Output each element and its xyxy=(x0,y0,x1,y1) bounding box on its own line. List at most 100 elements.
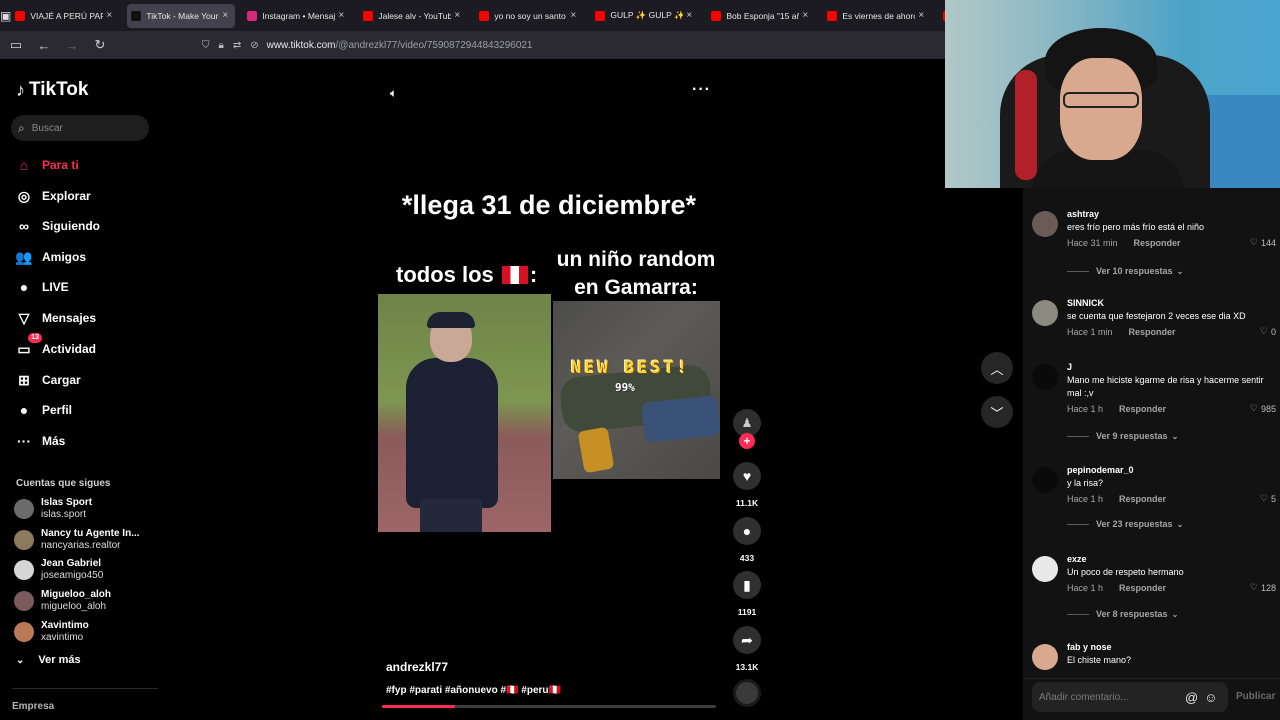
see-more-button[interactable]: ⌄ Ver más xyxy=(16,654,81,666)
shield-icon[interactable]: ⛉ xyxy=(202,40,210,51)
forward-icon[interactable]: → xyxy=(60,33,84,57)
commenter-name[interactable]: exze xyxy=(1067,552,1272,566)
view-replies-button[interactable]: Ver 23 respuestas ⌄ xyxy=(1067,519,1183,529)
close-icon[interactable]: × xyxy=(799,10,811,21)
comment-input[interactable] xyxy=(1039,691,1179,703)
browser-tab[interactable]: Instagram • Mensajes × xyxy=(243,4,351,28)
emoji-icon[interactable]: ☺ xyxy=(1204,690,1217,705)
footer-link-company[interactable]: Empresa xyxy=(12,701,54,712)
commenter-avatar[interactable] xyxy=(1032,467,1058,493)
comment-action[interactable]: ● 433 xyxy=(730,517,764,563)
autoplay-blocked-icon[interactable]: ⊘ xyxy=(250,40,258,51)
like-action[interactable]: ♥ 11.1K xyxy=(730,462,764,508)
tab-title: TikTok - Make Your Day xyxy=(146,10,219,21)
nav-item[interactable]: ··· Más xyxy=(14,430,65,452)
browser-tab[interactable]: Jalese alv - YouTube × xyxy=(359,4,467,28)
tab-overview-icon[interactable]: ▣ xyxy=(0,0,11,31)
tiktok-logo[interactable]: ♪ TikTok xyxy=(16,79,88,101)
nav-item[interactable]: ● LIVE xyxy=(14,276,69,298)
browser-tab[interactable]: Es viernes de ahorcado × xyxy=(823,4,931,28)
reply-button[interactable]: Responder xyxy=(1119,492,1166,506)
video-hashtags[interactable]: #fyp #parati #añonuevo #🇵🇪 #peru🇵🇪 xyxy=(386,685,561,696)
music-disc-icon[interactable] xyxy=(733,679,761,707)
reply-button[interactable]: Responder xyxy=(1119,581,1166,595)
following-account[interactable]: Migueloo_aloh migueloo_aloh xyxy=(14,588,154,614)
commenter-avatar[interactable] xyxy=(1032,211,1058,237)
nav-item[interactable]: ▭ 13 Actividad xyxy=(14,333,96,360)
close-icon[interactable]: × xyxy=(103,10,115,21)
comment-like-button[interactable]: ♡ 5 xyxy=(1260,493,1276,504)
commenter-name[interactable]: fab y nose xyxy=(1067,640,1272,654)
url-bar[interactable]: www.tiktok.com/@andrezkl77/video/7590872… xyxy=(267,40,533,51)
heart-icon[interactable]: ♥ xyxy=(733,462,761,490)
tiktok-sidebar: ♪ TikTok ⌕ ⌂ Para ti ◎ Explorar ∞ Siguiend… xyxy=(0,59,162,720)
reply-button[interactable]: Responder xyxy=(1129,325,1176,339)
close-icon[interactable]: × xyxy=(683,10,695,21)
nav-item[interactable]: ● Perfil xyxy=(14,399,72,421)
following-account[interactable]: Xavintimo xavintimo xyxy=(14,619,154,645)
nav-item[interactable]: ∞ Siguiendo xyxy=(14,215,100,237)
close-icon[interactable]: × xyxy=(567,10,579,21)
search-box[interactable]: ⌕ xyxy=(11,115,149,141)
commenter-avatar[interactable] xyxy=(1032,556,1058,582)
nav-item[interactable]: ⊞ Cargar xyxy=(14,369,81,391)
following-account[interactable]: Nancy tu Agente In... nancyarias.realtor xyxy=(14,527,154,553)
next-video-button[interactable]: ﹀ xyxy=(981,396,1013,428)
nav-item[interactable]: ⌂ Para ti xyxy=(14,154,79,176)
more-options-icon[interactable]: ··· xyxy=(692,81,711,99)
commenter-name[interactable]: J xyxy=(1067,360,1272,374)
commenter-avatar[interactable] xyxy=(1032,300,1058,326)
account-handle: joseamigo450 xyxy=(41,570,104,582)
nav-item[interactable]: ▽ Mensajes xyxy=(14,307,96,329)
share-arrow-icon[interactable]: ➦ xyxy=(733,626,761,654)
view-replies-button[interactable]: Ver 9 respuestas ⌄ xyxy=(1067,431,1178,441)
mention-icon[interactable]: @ xyxy=(1185,690,1198,705)
comment-like-button[interactable]: ♡ 985 xyxy=(1250,403,1276,414)
chevron-down-icon: ⌄ xyxy=(16,654,25,666)
browser-tab[interactable]: TikTok - Make Your Day × xyxy=(127,3,236,28)
close-icon[interactable]: × xyxy=(915,10,927,21)
divider xyxy=(1067,523,1089,525)
commenter-name[interactable]: ashtray xyxy=(1067,207,1272,221)
video-author[interactable]: andrezkl77 xyxy=(386,660,448,674)
bookmark-icon[interactable]: ▮ xyxy=(733,571,761,599)
nav-item[interactable]: 👥 Amigos xyxy=(14,246,86,268)
commenter-name[interactable]: SINNICK xyxy=(1067,296,1272,310)
follow-plus-icon[interactable]: + xyxy=(739,433,755,449)
reload-icon[interactable]: ↻ xyxy=(88,33,112,57)
save-action[interactable]: ▮ 1191 xyxy=(730,571,764,617)
volume-icon[interactable]: 🔈︎ xyxy=(390,86,397,101)
back-icon[interactable]: ← xyxy=(32,33,56,57)
following-account[interactable]: Jean Gabriel joseamigo450 xyxy=(14,557,154,583)
close-icon[interactable]: × xyxy=(451,10,463,21)
permissions-icon[interactable]: ⇄ xyxy=(233,40,241,51)
commenter-name[interactable]: pepinodemar_0 xyxy=(1067,463,1272,477)
comment-like-button[interactable]: ♡ 128 xyxy=(1250,582,1276,593)
browser-tab[interactable]: GULP ✨ GULP ✨ GULP × xyxy=(591,4,699,28)
commenter-avatar[interactable] xyxy=(1032,364,1058,390)
close-icon[interactable]: × xyxy=(335,10,347,21)
publish-button[interactable]: Publicar xyxy=(1236,691,1275,702)
view-replies-button[interactable]: Ver 10 respuestas ⌄ xyxy=(1067,266,1183,276)
sidebar-toggle-icon[interactable]: ▭ xyxy=(4,33,28,57)
share-action[interactable]: ➦ 13.1K xyxy=(730,626,764,672)
comment-like-button[interactable]: ♡ 144 xyxy=(1250,237,1276,248)
search-input[interactable] xyxy=(31,122,132,134)
browser-tab[interactable]: Bob Esponja "15 años" × xyxy=(707,4,815,28)
comment-like-button[interactable]: ♡ 0 xyxy=(1260,326,1276,337)
video-player[interactable]: 🔈︎ ··· *llega 31 de diciembre* todos los… xyxy=(376,59,722,720)
nav-item[interactable]: ◎ Explorar xyxy=(14,185,91,207)
view-replies-button[interactable]: Ver 8 respuestas ⌄ xyxy=(1067,609,1178,619)
browser-tab[interactable]: VIAJÉ A PERÚ PARA LLORAR × xyxy=(11,4,119,28)
reply-button[interactable]: Responder xyxy=(1134,236,1181,250)
reply-button[interactable]: Responder xyxy=(1119,402,1166,416)
commenter-avatar[interactable] xyxy=(1032,644,1058,670)
browser-tab[interactable]: yo no soy un santo × xyxy=(475,4,583,28)
previous-video-button[interactable]: ︿ xyxy=(981,352,1013,384)
comment-input-box[interactable]: @ ☺ xyxy=(1032,682,1228,712)
video-progress-bar[interactable] xyxy=(382,705,716,708)
lock-icon[interactable]: 🔒︎ xyxy=(219,40,224,51)
following-account[interactable]: Islas Sport islas.sport xyxy=(14,496,154,522)
comment-bubble-icon[interactable]: ● xyxy=(733,517,761,545)
close-icon[interactable]: × xyxy=(219,10,231,21)
